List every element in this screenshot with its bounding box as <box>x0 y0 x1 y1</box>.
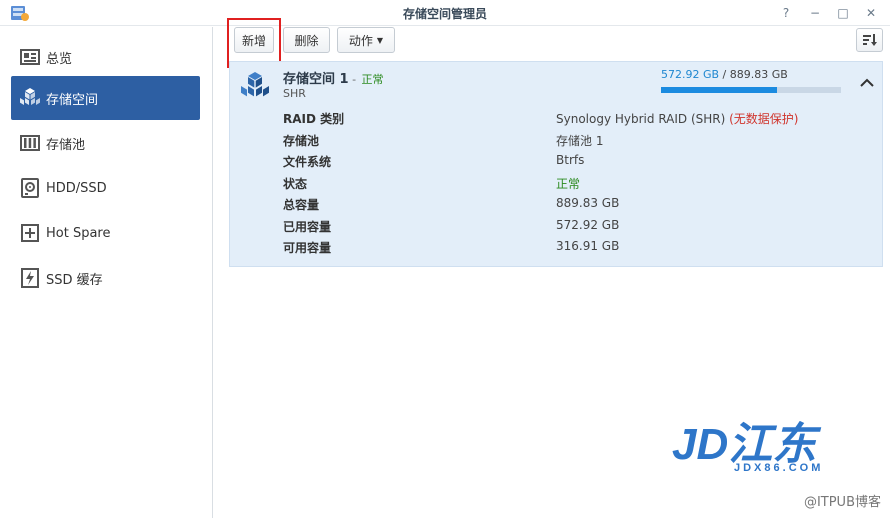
maximize-button[interactable]: □ <box>834 4 852 22</box>
detail-value: Synology Hybrid RAID (SHR) (无数据保护) <box>556 110 799 127</box>
sidebar-item-label: SSD 缓存 <box>46 272 103 288</box>
sidebar-item-volume[interactable]: 存储空间 <box>11 76 200 120</box>
dash-separator: - <box>348 73 360 86</box>
detail-key: 存储池 <box>283 134 320 148</box>
sort-icon <box>862 34 877 46</box>
volume-panel[interactable]: 存储空间 1 - 正常 SHR 572.92 GB / 889.83 GB RA… <box>229 61 883 267</box>
detail-key: 可用容量 <box>283 241 332 255</box>
hot-spare-plus-icon <box>19 222 41 244</box>
ssd-cache-icon <box>19 267 41 289</box>
volume-name: 存储空间 1 - 正常 <box>283 68 384 87</box>
detail-value: 316.91 GB <box>556 239 620 253</box>
detail-value: 正常 <box>556 177 581 191</box>
action-label: 动作 <box>348 33 373 48</box>
detail-value: 572.92 GB <box>556 218 620 232</box>
watermark-logo-sub: JDX86.COM <box>734 462 823 473</box>
collapse-chevron-up-icon[interactable] <box>859 75 875 91</box>
usage-separator: / <box>719 68 730 81</box>
used-capacity: 572.92 GB <box>661 68 720 81</box>
storage-pool-icon <box>19 132 41 154</box>
sidebar-item-label: 总览 <box>46 51 73 67</box>
sidebar-item-overview[interactable]: 总览 <box>11 35 200 79</box>
chevron-down-icon: ▼ <box>376 35 384 45</box>
sidebar: 总览 存储空间 存储池 HDD/SSD Hot Spare SSD 缓存 <box>0 27 213 518</box>
sidebar-item-label: Hot Spare <box>46 225 111 241</box>
hdd-icon <box>19 177 41 199</box>
window-title: 存储空间管理员 <box>402 7 487 21</box>
volume-type: SHR <box>283 87 306 100</box>
detail-value: Btrfs <box>556 153 585 167</box>
sidebar-item-label: 存储空间 <box>46 92 99 108</box>
sidebar-item-storage-pool[interactable]: 存储池 <box>11 121 200 165</box>
detail-key: 文件系统 <box>283 155 332 169</box>
detail-key: RAID 类别 <box>283 112 345 126</box>
minimize-button[interactable]: − <box>806 4 824 22</box>
sidebar-item-label: HDD/SSD <box>46 180 107 196</box>
action-dropdown[interactable]: 动作 ▼ <box>337 27 395 53</box>
detail-key: 总容量 <box>283 198 320 212</box>
detail-key: 已用容量 <box>283 220 332 234</box>
detail-value: 889.83 GB <box>556 196 620 210</box>
sidebar-item-label: 存储池 <box>46 137 86 153</box>
total-capacity: 889.83 GB <box>729 68 788 81</box>
watermark-credit: @ITPUB博客 <box>803 495 881 510</box>
detail-key: 状态 <box>283 177 308 191</box>
usage-bar <box>661 87 841 93</box>
help-button[interactable]: ? <box>777 4 795 22</box>
usage-readout: 572.92 GB / 889.83 GB <box>661 68 788 81</box>
title-bar: 存储空间管理员 ? − □ ✕ <box>0 0 890 26</box>
sidebar-item-ssd-cache[interactable]: SSD 缓存 <box>11 256 200 300</box>
volume-cubes-icon <box>19 87 41 109</box>
status-badge: 正常 <box>361 73 384 86</box>
no-protection-warning: (无数据保护) <box>725 112 799 126</box>
volume-title: 存储空间 1 <box>283 72 349 87</box>
sidebar-item-hdd-ssd[interactable]: HDD/SSD <box>11 166 200 210</box>
detail-value: 存储池 1 <box>556 134 604 148</box>
delete-button[interactable]: 删除 <box>283 27 330 53</box>
jd-watermark-logo: JD江东 JDX86.COM <box>672 421 823 473</box>
raid-type-value: Synology Hybrid RAID (SHR) <box>556 112 726 126</box>
sort-button[interactable] <box>856 28 883 52</box>
sidebar-item-hot-spare[interactable]: Hot Spare <box>11 211 200 255</box>
usage-bar-fill <box>661 87 777 93</box>
volume-cubes-icon <box>241 72 269 97</box>
overview-icon <box>19 46 41 68</box>
close-button[interactable]: ✕ <box>862 4 880 22</box>
